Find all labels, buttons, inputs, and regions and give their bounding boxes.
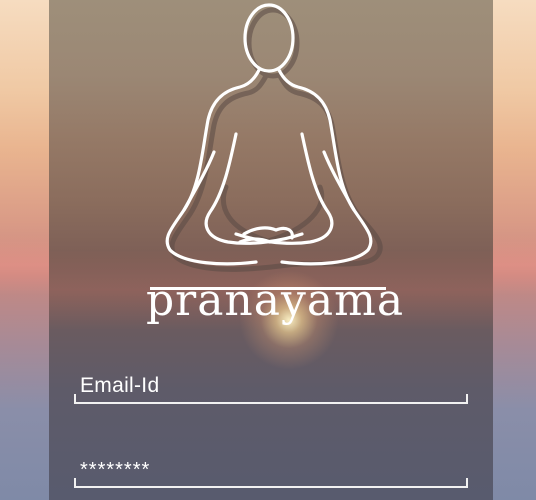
email-field-underline (74, 394, 468, 404)
brand-name: pranayama (146, 275, 405, 326)
login-panel: pranayama Email-Id ******** (49, 0, 493, 500)
password-field-underline (74, 478, 468, 488)
email-field[interactable]: Email-Id (74, 368, 468, 404)
meditating-person-icon (165, 3, 383, 272)
password-field[interactable]: ******** (74, 452, 468, 488)
